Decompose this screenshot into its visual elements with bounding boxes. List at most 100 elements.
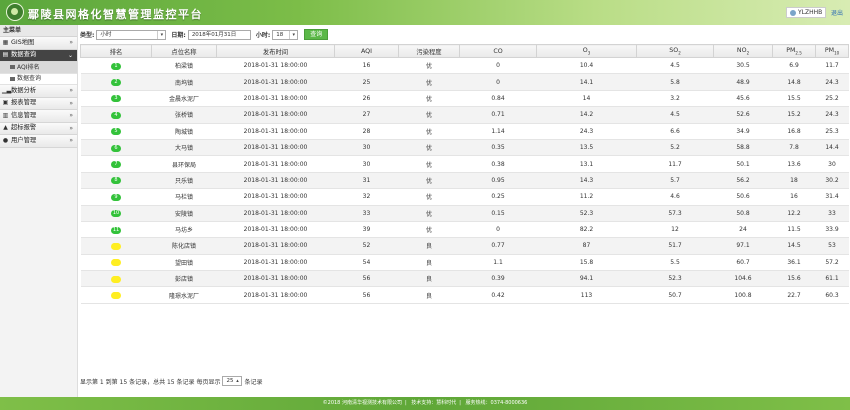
- cell-so2: 4.5: [636, 106, 714, 124]
- info-icon: ▥: [2, 111, 9, 119]
- double-chevron-right-icon: »: [69, 124, 73, 132]
- table-header-row: 排名 点位名称 发布时间 AQI 污染程度 CO O3 SO2 NO2 PM2.…: [80, 44, 849, 58]
- cell-co: 0.95: [459, 172, 537, 190]
- footer: ©2018 河南清华视测技术有限公司 | 技术支持：慧科时代 | 服务热线：0374…: [0, 397, 850, 410]
- cell-pm10: 25.2: [815, 90, 849, 108]
- cell-o3: 10.4: [536, 57, 637, 75]
- cell-o3: 14.1: [536, 73, 637, 91]
- sidebar-item-report-management[interactable]: ▣ 报表管理 »: [0, 97, 77, 110]
- table-body: 1 柏梁镇 2018-01-31 18:00:00 16 优 0 10.4 4.5 30.5 6.…: [80, 57, 849, 304]
- table-row[interactable]: 2 南坞镇 2018-01-31 18:00:00 25 优 0 14.1 5.8 48.9 14…: [80, 73, 849, 91]
- table-row[interactable]: 8 只乐镇 2018-01-31 18:00:00 31 优 0.95 14.3 5.7 56.…: [80, 172, 849, 190]
- double-chevron-right-icon: »: [69, 112, 73, 119]
- cell-time: 2018-01-31 18:00:00: [216, 237, 335, 255]
- sidebar-item-data-analysis[interactable]: ▁▃ 数据分析 »: [0, 85, 77, 98]
- column-header-aqi[interactable]: AQI: [334, 44, 399, 58]
- cell-co: 0.38: [459, 155, 537, 173]
- sidebar-item-label: 数据分析: [11, 86, 37, 94]
- cell-so2: 5.7: [636, 172, 714, 190]
- cell-co: 0.25: [459, 188, 537, 206]
- cell-aqi: 30: [334, 155, 399, 173]
- table-row[interactable]: 15 隆璟水泥厂 2018-01-31 18:00:00 56 良 0.42 113 50.7…: [80, 286, 849, 304]
- sidebar: 主菜单 ▦ GIS地图 » ▤ 数据查询 ⌄ AQI排名 数据查询 ▁▃ 数据分…: [0, 25, 78, 397]
- cell-rank: 7: [80, 155, 152, 173]
- type-select[interactable]: 小时 ▾: [96, 29, 167, 40]
- chevron-down-icon: ⌄: [67, 51, 73, 59]
- sidebar-subitem-label: 数据查询: [17, 75, 42, 82]
- sidebar-item-data-query[interactable]: ▤ 数据查询 ⌄: [0, 49, 77, 62]
- table-row[interactable]: 5 陶城镇 2018-01-31 18:00:00 28 优 1.14 24.3 6.6 34.…: [80, 123, 849, 140]
- cell-no2: 34.9: [713, 123, 773, 140]
- sidebar-item-alarm[interactable]: ▲ 超标报警 »: [0, 122, 77, 135]
- table-row[interactable]: 4 张桥镇 2018-01-31 18:00:00 27 优 0.71 14.2 4.5 52.…: [80, 106, 849, 124]
- cell-pm10: 24.3: [815, 106, 849, 124]
- table-row[interactable]: 3 金晨水泥厂 2018-01-31 18:00:00 26 优 0.84 14 3.2 45.…: [80, 90, 849, 108]
- cell-time: 2018-01-31 18:00:00: [216, 73, 335, 91]
- sidebar-item-label: 数据查询: [11, 51, 37, 58]
- footer-support: 技术支持：慧科时代: [411, 400, 457, 406]
- logout-link[interactable]: 退出: [831, 8, 843, 17]
- pagination-bar: 显示第 1 到第 15 条记录，总共 15 条记录 每页显示 25 ▴ 条记录: [80, 376, 262, 386]
- cell-aqi: 28: [334, 123, 399, 140]
- table-row[interactable]: 13 望田镇 2018-01-31 18:00:00 54 良 1.1 15.8 5.5 60.…: [80, 254, 849, 272]
- column-header-time[interactable]: 发布时间: [216, 44, 335, 58]
- sidebar-item-user-management[interactable]: ● 用户管理 »: [0, 135, 77, 148]
- column-header-rank[interactable]: 排名: [80, 44, 152, 58]
- hour-select[interactable]: 18 ▾: [272, 29, 299, 40]
- table-row[interactable]: 11 马坊乡 2018-01-31 18:00:00 39 优 0 82.2 12 24 11.5…: [80, 221, 849, 239]
- cell-no2: 58.8: [713, 139, 773, 157]
- user-menu[interactable]: YLZHHB: [786, 7, 827, 18]
- cell-pm10: 60.3: [815, 286, 849, 304]
- table-row[interactable]: 12 陈化店镇 2018-01-31 18:00:00 52 良 0.77 87 51.7 97…: [80, 237, 849, 255]
- cell-co: 0.71: [459, 106, 537, 124]
- column-header-so2[interactable]: SO2: [636, 44, 714, 58]
- database-icon: ▤: [2, 51, 9, 58]
- column-header-site[interactable]: 点位名称: [151, 44, 217, 58]
- cell-o3: 13.5: [536, 139, 637, 157]
- column-header-o3[interactable]: O3: [536, 44, 637, 58]
- cell-rank: 3: [80, 90, 152, 108]
- rank-badge: 4: [111, 111, 121, 119]
- cell-pm25: 13.6: [772, 155, 816, 173]
- column-header-no2[interactable]: NO2: [713, 44, 773, 58]
- table-row[interactable]: 14 彭店镇 2018-01-31 18:00:00 56 良 0.39 94.1 52.3 1…: [80, 270, 849, 288]
- cell-time: 2018-01-31 18:00:00: [216, 270, 335, 288]
- per-page-select[interactable]: 25 ▴: [222, 376, 243, 386]
- query-button[interactable]: 查询: [304, 29, 329, 40]
- table-row[interactable]: 1 柏梁镇 2018-01-31 18:00:00 16 优 0 10.4 4.5 30.5 6.…: [80, 57, 849, 75]
- sidebar-item-gis-map[interactable]: ▦ GIS地图 »: [0, 37, 77, 50]
- table-row[interactable]: 10 安陵镇 2018-01-31 18:00:00 33 优 0.15 52.3 57.3 5…: [80, 205, 849, 222]
- user-icon: ●: [2, 136, 9, 144]
- cell-aqi: 39: [334, 221, 399, 239]
- cell-no2: 60.7: [713, 254, 773, 272]
- cell-so2: 3.2: [636, 90, 714, 108]
- table-row[interactable]: 6 大马镇 2018-01-31 18:00:00 30 优 0.35 13.5 5.2 58.…: [80, 139, 849, 157]
- pagination-summary: 显示第 1 到第 15 条记录，总共 15 条记录 每页显示: [80, 378, 221, 386]
- table-row[interactable]: 7 县环保局 2018-01-31 18:00:00 30 优 0.38 13.1 11.7 5…: [80, 155, 849, 173]
- cell-site: 马栏镇: [151, 188, 217, 206]
- cell-no2: 48.9: [713, 73, 773, 91]
- cell-o3: 11.2: [536, 188, 637, 206]
- sidebar-item-info-management[interactable]: ▥ 信息管理 »: [0, 110, 77, 123]
- cell-rank: 13: [80, 254, 152, 272]
- date-input[interactable]: 2018年01月31日: [187, 29, 251, 40]
- rank-badge: 1: [111, 62, 121, 70]
- column-header-pm25[interactable]: PM2.5: [772, 44, 816, 58]
- cell-site: 张桥镇: [151, 106, 217, 124]
- column-header-pollution[interactable]: 污染程度: [398, 44, 460, 58]
- cell-rank: 5: [80, 123, 152, 140]
- double-chevron-right-icon: »: [69, 87, 73, 94]
- cell-pm10: 33: [815, 205, 849, 222]
- cell-site: 南坞镇: [151, 73, 217, 91]
- sidebar-subitem-aqi-ranking[interactable]: AQI排名: [0, 62, 77, 74]
- column-header-co[interactable]: CO: [459, 44, 537, 58]
- column-header-pm10[interactable]: PM10: [815, 44, 849, 58]
- cell-pm10: 31.4: [815, 188, 849, 206]
- table-row[interactable]: 9 马栏镇 2018-01-31 18:00:00 32 优 0.25 11.2 4.6 50.…: [80, 188, 849, 206]
- cell-time: 2018-01-31 18:00:00: [216, 172, 335, 190]
- app-title: 鄢陵县网格化智慧管理监控平台: [28, 8, 203, 21]
- sidebar-subitem-data-query[interactable]: 数据查询: [0, 73, 77, 85]
- rank-badge: 11: [111, 226, 121, 234]
- cell-pm25: 18: [772, 172, 816, 190]
- cell-pm10: 11.7: [815, 57, 849, 75]
